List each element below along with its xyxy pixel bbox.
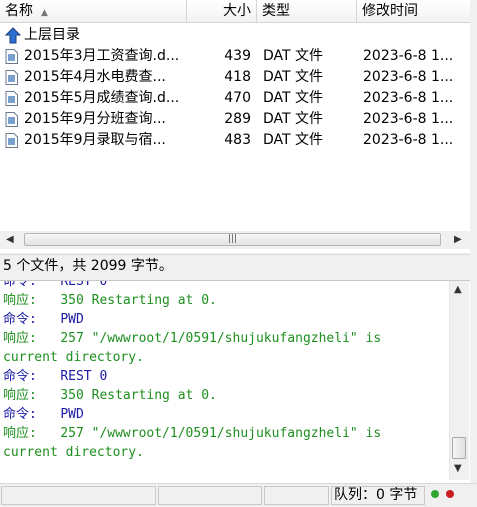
bottom-status-bar: 队列：0 字节 [0,483,477,507]
status-cell-3 [264,486,329,505]
log-line: 响应: 350 Restarting at 0. [3,291,217,310]
log-label: 响应: [3,293,37,308]
horizontal-scrollbar[interactable]: ◀ ||| ▶ [0,231,470,249]
log-line: 命令: REST 0 [3,367,107,386]
column-header-name[interactable]: 名称 ▲ [0,0,187,22]
file-row[interactable]: 2015年5月成绩查询.d... 470 DAT 文件 2023-6-8 1... [0,88,470,109]
log-line: 命令: PWD [3,405,84,424]
file-size: 418 [224,69,251,85]
log-text: REST 0 [60,280,108,289]
status-cell-1 [1,486,156,505]
scroll-up-arrow-icon[interactable]: ▲ [454,284,462,295]
grip-icon: ||| [227,234,238,244]
log-label: 命令: [3,369,37,384]
log-text: 257 "/wwwroot/1/0591/shujukufangzheli" i… [60,426,382,441]
log-line: current directory. [3,348,144,367]
file-icon [5,70,18,85]
file-name: 2015年4月水电费查... [24,69,166,85]
file-name: 2015年5月成绩查询.d... [24,90,180,106]
file-size: 439 [224,48,251,64]
scroll-left-arrow-icon[interactable]: ◀ [6,234,14,245]
activity-indicator-icon [446,490,454,498]
log-text: 350 Restarting at 0. [60,388,217,403]
log-text: REST 0 [60,369,108,384]
log-text: PWD [60,407,84,422]
file-name: 2015年3月工资查询.d... [24,48,180,64]
file-name: 2015年9月分班查询... [24,111,166,127]
log-label: 响应: [3,388,37,403]
file-modified: 2023-6-8 1... [363,111,454,127]
file-summary-status: 5 个文件，共 2099 字节。 [0,254,470,279]
column-header-modified[interactable]: 修改时间 [357,0,470,22]
log-vertical-scrollbar[interactable]: ▲ ▼ [449,281,469,480]
file-icon [5,133,18,148]
log-line: 响应: 257 "/wwwroot/1/0591/shujukufangzhel… [3,329,381,348]
file-modified: 2023-6-8 1... [363,69,454,85]
file-size: 483 [224,132,251,148]
file-type: DAT 文件 [263,48,324,64]
log-text: current directory. [3,350,144,365]
parent-directory-row[interactable]: 上层目录 [0,25,470,46]
file-size: 289 [224,111,251,127]
file-list-header: 名称 ▲ 大小 类型 修改时间 [0,0,470,23]
sort-ascending-icon: ▲ [41,8,48,18]
column-header-size[interactable]: 大小 [187,0,257,22]
log-label: 响应: [3,426,37,441]
message-log: 命令: REST 0 响应: 350 Restarting at 0. 命令: PW… [0,280,470,483]
log-line: 响应: 350 Restarting at 0. [3,386,217,405]
file-type: DAT 文件 [263,90,324,106]
file-list-pane: 名称 ▲ 大小 类型 修改时间 上层目录 2015年3月工资查询.d... 439 D… [0,0,471,253]
file-icon [5,91,18,106]
log-text: current directory. [3,445,144,460]
scroll-down-arrow-icon[interactable]: ▼ [454,463,462,474]
file-modified: 2023-6-8 1... [363,48,454,64]
window-edge [470,0,477,483]
log-line: 命令: PWD [3,310,84,329]
status-cell-2 [158,486,262,505]
file-icon [5,112,18,127]
file-row[interactable]: 2015年9月录取与宿... 483 DAT 文件 2023-6-8 1... [0,130,470,151]
file-modified: 2023-6-8 1... [363,132,454,148]
parent-directory-label: 上层目录 [24,27,80,43]
up-folder-icon [4,27,22,44]
file-size: 470 [224,90,251,106]
file-type: DAT 文件 [263,69,324,85]
log-label: 响应: [3,331,37,346]
log-text: PWD [60,312,84,327]
log-label: 命令: [3,312,37,327]
horizontal-scroll-thumb[interactable]: ||| [24,233,441,246]
log-line: 命令: REST 0 [3,280,108,291]
file-row[interactable]: 2015年4月水电费查... 418 DAT 文件 2023-6-8 1... [0,67,470,88]
log-text: 257 "/wwwroot/1/0591/shujukufangzheli" i… [60,331,382,346]
log-label: 命令: [3,280,37,289]
file-row[interactable]: 2015年3月工资查询.d... 439 DAT 文件 2023-6-8 1... [0,46,470,67]
log-scroll-thumb[interactable] [452,437,466,459]
file-type: DAT 文件 [263,111,324,127]
file-row[interactable]: 2015年9月分班查询... 289 DAT 文件 2023-6-8 1... [0,109,470,130]
log-line: current directory. [3,443,144,462]
queue-status: 队列：0 字节 [331,486,425,505]
file-name: 2015年9月录取与宿... [24,132,166,148]
file-modified: 2023-6-8 1... [363,90,454,106]
column-header-type[interactable]: 类型 [257,0,357,22]
file-icon [5,49,18,64]
scroll-right-arrow-icon[interactable]: ▶ [454,234,462,245]
log-text: 350 Restarting at 0. [60,293,217,308]
file-type: DAT 文件 [263,132,324,148]
log-line: 响应: 257 "/wwwroot/1/0591/shujukufangzhel… [3,424,381,443]
connection-indicator-icon [431,490,439,498]
log-label: 命令: [3,407,37,422]
